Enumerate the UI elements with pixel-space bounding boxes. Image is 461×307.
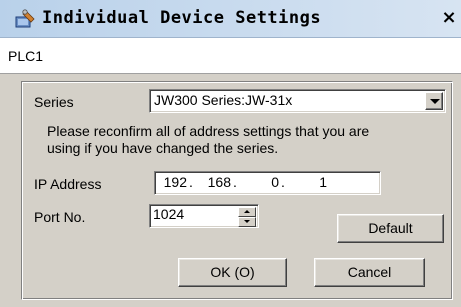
- ok-button[interactable]: OK (O): [178, 258, 287, 287]
- series-select[interactable]: JW300 Series:JW-31x: [149, 89, 446, 113]
- ip-separator: .: [189, 174, 193, 190]
- window-title: Individual Device Settings: [42, 8, 322, 28]
- spin-down-icon[interactable]: [238, 217, 256, 227]
- notice-line-2: using if you have changed the series.: [47, 140, 279, 156]
- port-label: Port No.: [34, 209, 86, 225]
- ip-separator: .: [233, 174, 237, 190]
- cancel-button[interactable]: Cancel: [314, 258, 425, 287]
- chevron-down-icon[interactable]: [425, 92, 443, 110]
- ip-octet-2: 168: [207, 174, 231, 190]
- close-button[interactable]: ×: [437, 6, 461, 30]
- series-value: JW300 Series:JW-31x: [154, 92, 293, 108]
- notice-line-1: Please reconfirm all of address settings…: [47, 123, 370, 139]
- series-label: Series: [34, 94, 74, 110]
- ip-address-field[interactable]: 192 . 168 . 0 . 1: [154, 171, 381, 195]
- settings-wrench-icon: [15, 9, 35, 28]
- plc-name: PLC1: [8, 48, 44, 64]
- spin-up-icon[interactable]: [238, 207, 256, 217]
- ip-octet-4: 1: [319, 174, 327, 190]
- ip-separator: .: [281, 174, 285, 190]
- ip-octet-1: 192: [163, 174, 187, 190]
- ip-octet-3: 0: [271, 174, 279, 190]
- port-stepper[interactable]: 1024: [149, 204, 259, 228]
- default-button-label: Default: [368, 220, 413, 236]
- device-header: PLC1: [0, 38, 461, 74]
- port-value: 1024: [153, 206, 185, 222]
- ok-button-label: OK (O): [210, 264, 255, 280]
- ip-address-label: IP Address: [34, 176, 102, 192]
- settings-panel: Series JW300 Series:JW-31x Please reconf…: [21, 81, 453, 300]
- cancel-button-label: Cancel: [347, 264, 392, 280]
- title-bar: Individual Device Settings ×: [0, 0, 461, 38]
- default-button[interactable]: Default: [337, 214, 444, 243]
